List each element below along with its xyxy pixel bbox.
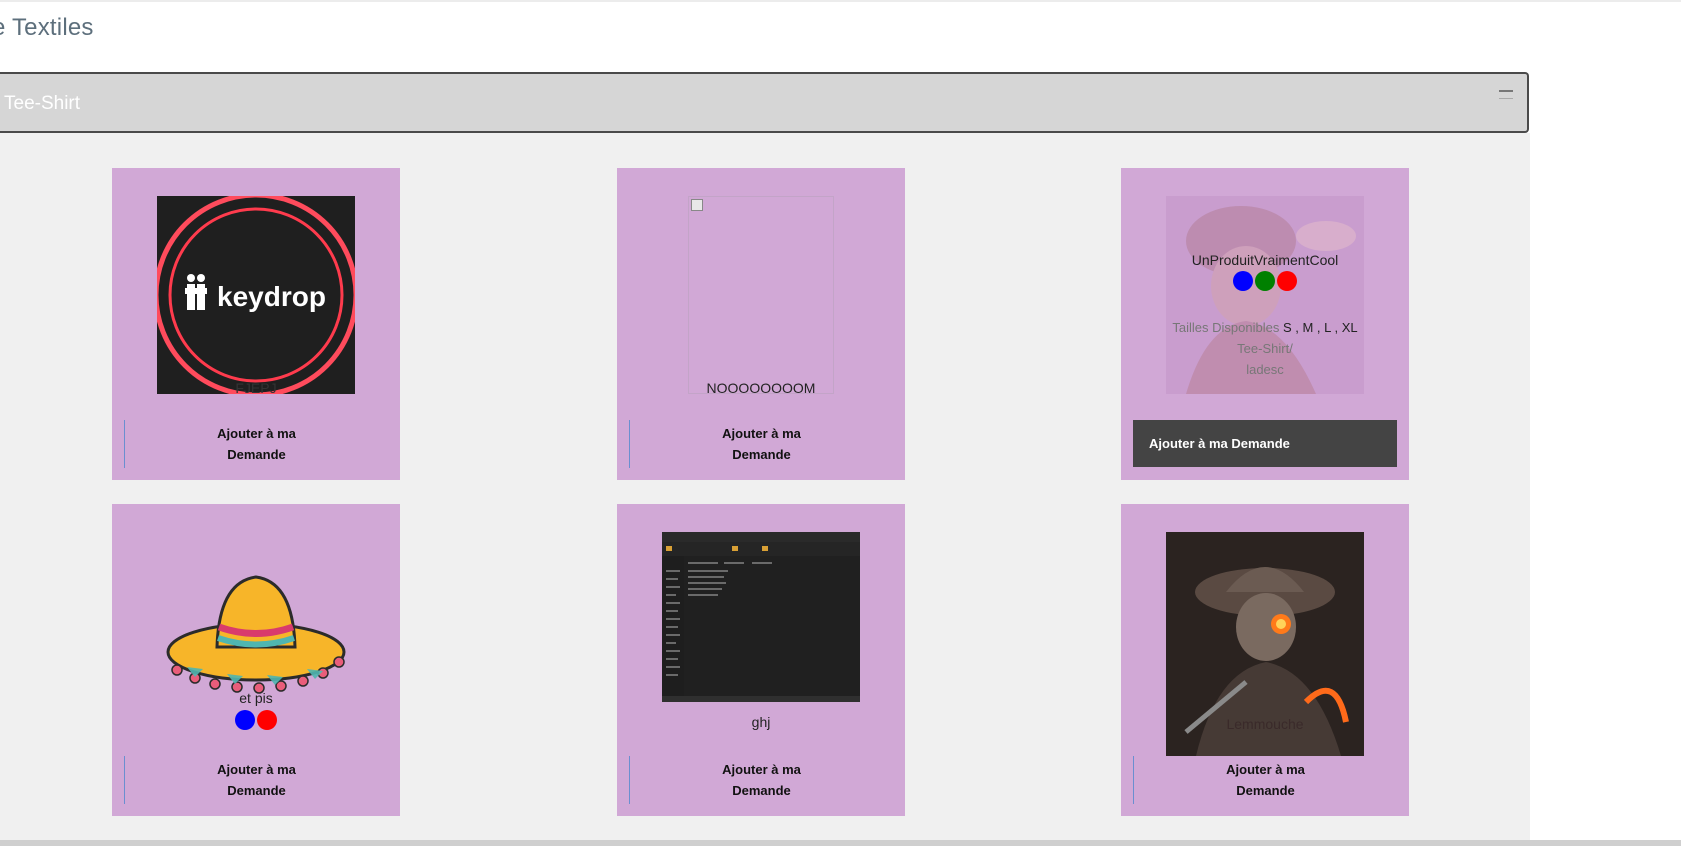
product-card: UnProduitVraimentCool Tailles Disponible… (1121, 168, 1409, 480)
page-title: e Textiles (0, 14, 94, 41)
color-swatch-red[interactable] (1277, 271, 1297, 291)
product-name: Lemmouche (1226, 716, 1304, 732)
add-to-request-button[interactable]: Ajouter à ma Demande (124, 420, 388, 468)
accordion-title: Tee-Shirt (4, 93, 81, 114)
product-name: ghj (751, 714, 771, 730)
product-image[interactable]: keydrop (157, 196, 355, 394)
collapse-icon[interactable] (1499, 90, 1513, 99)
color-options (1121, 271, 1409, 291)
product-card: Lemmouche Ajouter à ma Demande (1121, 504, 1409, 816)
add-to-request-button[interactable]: Ajouter à ma Demande (629, 420, 893, 468)
product-card: ghj Ajouter à ma Demande (617, 504, 905, 816)
svg-text:keydrop: keydrop (217, 281, 326, 312)
color-options (112, 710, 400, 730)
add-to-request-button[interactable]: Ajouter à ma Demande (1133, 756, 1397, 804)
product-image-broken[interactable] (688, 196, 834, 394)
accordion-header-tee-shirt[interactable]: Tee-Shirt (0, 72, 1529, 133)
product-category: Tee-Shirt/ (1237, 341, 1293, 356)
product-name: et pis (239, 690, 273, 706)
page-margin (1530, 133, 1681, 846)
sizes-available: Tailles Disponibles S , M , L , XL (1172, 320, 1358, 335)
product-name: NOOOOOOOOM (706, 380, 816, 396)
product-description: ladesc (1246, 362, 1284, 377)
product-name: FJEPJ (235, 380, 277, 396)
product-card: et pis Ajouter à ma Demande (112, 504, 400, 816)
color-swatch-blue[interactable] (1233, 271, 1253, 291)
product-image[interactable] (662, 532, 860, 702)
product-card: NOOOOOOOOM Ajouter à ma Demande (617, 168, 905, 480)
color-swatch-green[interactable] (1255, 271, 1275, 291)
add-to-request-button[interactable]: Ajouter à ma Demande (1133, 420, 1397, 467)
color-swatch-red[interactable] (257, 710, 277, 730)
product-name: UnProduitVraimentCool (1191, 252, 1339, 268)
color-swatch-blue[interactable] (235, 710, 255, 730)
broken-image-icon (691, 199, 703, 211)
add-to-request-button[interactable]: Ajouter à ma Demande (629, 756, 893, 804)
top-divider (0, 0, 1681, 2)
add-to-request-button[interactable]: Ajouter à ma Demande (124, 756, 388, 804)
product-card: keydrop FJEPJ Ajouter à ma Demande (112, 168, 400, 480)
horizontal-scrollbar[interactable] (0, 840, 1681, 846)
